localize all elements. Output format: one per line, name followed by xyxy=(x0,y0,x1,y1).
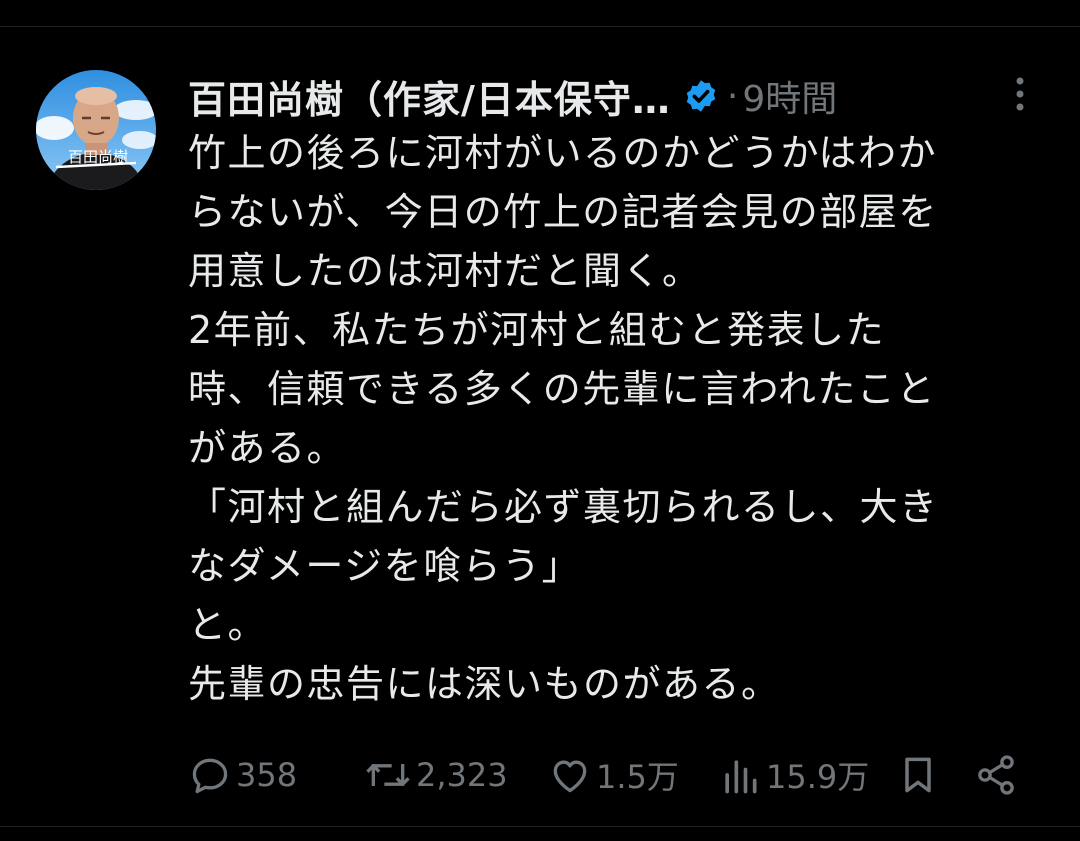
reply-icon xyxy=(192,758,228,794)
post-timestamp[interactable]: 9時間 xyxy=(742,70,837,122)
avatar[interactable]: 百田尚樹 xyxy=(36,70,156,190)
reply-count: 358 xyxy=(236,756,298,794)
header-separator: · xyxy=(726,75,739,117)
action-bar: 358 2,323 1.5万 15.9万 xyxy=(188,750,1058,800)
reply-button[interactable]: 358 xyxy=(188,750,297,800)
share-button[interactable] xyxy=(974,750,1018,800)
post-text-line: と。 xyxy=(188,603,268,647)
author-name[interactable]: 百田尚樹（作家/日本保守… xyxy=(188,69,671,124)
avatar-photo: 百田尚樹 xyxy=(36,70,156,190)
avatar-signature: 百田尚樹 xyxy=(68,148,128,166)
bookmark-icon xyxy=(905,757,931,793)
post-text-line: 時、信頼できる多くの先輩に言われたこと xyxy=(188,367,936,411)
repost-icon xyxy=(366,764,410,786)
top-divider xyxy=(0,0,1080,27)
post-text-line: 「河村と組んだら必ず裏切られるし、大き xyxy=(188,485,939,529)
repost-button[interactable]: 2,323 xyxy=(364,750,508,800)
like-button[interactable]: 1.5万 xyxy=(548,750,679,800)
post-text-line: 用意したのは河村だと聞く。 xyxy=(188,249,702,293)
views-icon xyxy=(725,760,757,794)
share-icon xyxy=(978,755,1014,795)
post-text-line: 2年前、私たちが河村と組むと発表した xyxy=(188,308,886,352)
post-text-line: らないが、今日の竹上の記者会見の部屋を xyxy=(188,190,938,234)
heart-icon xyxy=(553,760,587,793)
views-button[interactable]: 15.9万 xyxy=(718,750,869,800)
post-body: 竹上の後ろに河村がいるのかどうかはわか らないが、今日の竹上の記者会見の部屋を … xyxy=(188,124,1058,714)
post-text-line: 先輩の忠告には深いものがある。 xyxy=(188,662,781,706)
post-text-line: なダメージを喰らう」 xyxy=(188,544,582,588)
bookmark-button[interactable] xyxy=(896,750,940,800)
like-count: 1.5万 xyxy=(596,758,679,796)
post-header: 百田尚樹（作家/日本保守… · 9時間 xyxy=(188,70,1058,122)
views-count: 15.9万 xyxy=(766,758,870,796)
more-options-icon[interactable] xyxy=(1006,74,1034,114)
verified-badge-icon xyxy=(683,78,719,114)
post-text-line: 竹上の後ろに河村がいるのかどうかはわか xyxy=(188,131,937,175)
bottom-divider xyxy=(0,826,1080,827)
repost-count: 2,323 xyxy=(416,756,508,794)
post-text-line: がある。 xyxy=(188,426,347,470)
